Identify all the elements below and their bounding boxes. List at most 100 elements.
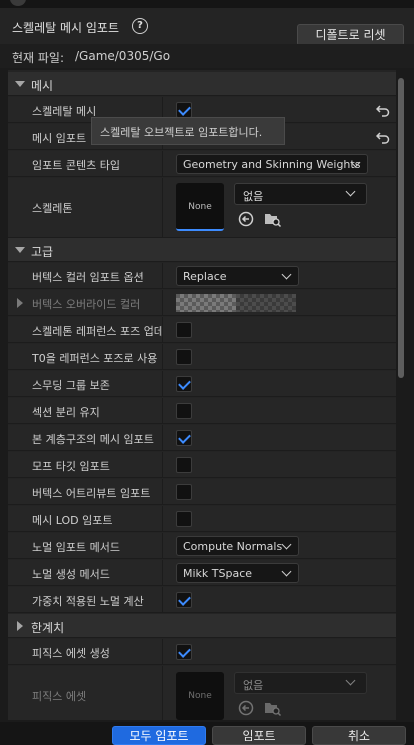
section-thresholds-label: 한계치 [31,621,65,635]
skeleton-asset-picker[interactable]: 없음 [234,183,367,205]
details-panel: 메시 스켈레탈 메시 메시 임포트 임포트 콘텐츠 타입 Geometry an… [8,70,396,720]
physics-asset-picker: 없음 [234,672,367,694]
row-label: 모프 타깃 임포트 [32,460,110,473]
reset-arrow-icon[interactable] [376,103,390,117]
row-import-meshes-in-bone-hierarchy: 본 계층구조의 메시 임포트 [8,425,396,451]
scrollbar-thumb[interactable] [398,78,404,378]
content-type-dropdown[interactable]: Geometry and Skinning Weights [176,154,368,174]
row-import-content-type: 임포트 콘텐츠 타입 Geometry and Skinning Weights [8,151,396,177]
section-mesh[interactable]: 메시 [8,72,396,96]
chevron-down-icon [345,675,356,686]
row-label: 노멀 임포트 메서드 [32,541,120,554]
row-t0-ref-pose: T0을 레퍼런스 포즈로 사용 [8,344,396,370]
mesh-lods-checkbox[interactable] [176,511,192,527]
row-import-vertex-attributes: 버텍스 어트리뷰트 임포트 [8,479,396,505]
row-label: 버텍스 어트리뷰트 임포트 [32,487,151,500]
column-divider [162,479,163,504]
normal-import-dropdown[interactable]: Compute Normals [176,536,299,556]
reset-to-default-button[interactable]: 디폴트로 리셋 [297,24,404,46]
vertex-attributes-checkbox[interactable] [176,484,192,500]
column-divider [162,587,163,612]
row-label: 피직스 에셋 생성 [32,647,110,660]
normal-import-value: Compute Normals [183,540,283,553]
create-physics-asset-checkbox[interactable] [176,644,192,660]
row-weighted-normals: 가중치 적용된 노멀 계산 [8,587,396,613]
row-label: 버텍스 오버라이드 컬러 [32,298,141,311]
row-preserve-smoothing-groups: 스무딩 그룹 보존 [8,371,396,397]
chevron-down-icon [345,186,356,197]
current-file-path: /Game/0305/Go [75,49,171,63]
column-divider [162,371,163,396]
row-import-mesh-lods: 메시 LOD 임포트 [8,506,396,532]
row-label: 임포트 콘텐츠 타입 [32,159,120,172]
skeleton-thumbnail[interactable]: None [176,183,224,231]
reset-arrow-icon[interactable] [376,130,390,144]
vertical-scrollbar[interactable] [396,70,406,720]
row-create-physics-asset: 피직스 에셋 생성 [8,639,396,665]
row-label: 노멀 생성 메서드 [32,568,110,581]
t0-ref-pose-checkbox[interactable] [176,349,192,365]
row-physics-asset: 피직스 에셋 None 없음 [8,666,396,720]
column-divider [162,317,163,342]
use-selected-icon [238,700,254,716]
keep-sections-checkbox[interactable] [176,403,192,419]
column-divider [162,398,163,423]
normal-generation-value: Mikk TSpace [183,567,253,580]
import-all-button[interactable]: 모두 임포트 [112,726,206,745]
row-update-skeleton-ref-pose: 스켈레톤 레퍼런스 포즈 업데이트 [8,317,396,343]
row-label: 피직스 에셋 [32,690,87,703]
current-file-bar: 현재 파일: /Game/0305/Go [0,44,414,68]
column-divider [162,452,163,477]
chevron-down-icon [281,269,292,280]
import-button[interactable]: 임포트 [212,726,306,745]
column-divider [162,178,163,237]
column-divider [162,263,163,288]
browse-folder-icon [265,703,282,717]
row-label: 스켈레탈 메시 [32,105,97,118]
column-divider [162,533,163,558]
section-advanced[interactable]: 고급 [8,238,396,262]
chevron-down-icon [281,566,292,577]
chevron-down-icon [281,539,292,550]
current-file-label: 현재 파일: [12,51,65,65]
smoothing-groups-checkbox[interactable] [176,376,192,392]
row-vertex-override-color: 버텍스 오버라이드 컬러 [8,290,396,316]
use-selected-icon[interactable] [238,211,254,227]
section-thresholds[interactable]: 한계치 [8,614,396,638]
row-vertex-color-import: 버텍스 컬러 임포트 옵션 Replace [8,263,396,289]
dialog-header: 스켈레탈 메시 임포트 ? 디폴트로 리셋 [0,8,414,46]
physics-asset-value: 없음 [243,679,264,692]
normal-generation-dropdown[interactable]: Mikk TSpace [176,563,299,583]
column-divider [162,425,163,450]
row-label: 메시 LOD 임포트 [32,514,113,527]
expand-arrow-icon[interactable] [17,298,23,308]
update-ref-pose-checkbox[interactable] [176,322,192,338]
cancel-button[interactable]: 취소 [312,726,406,745]
row-label: 가중치 적용된 노멀 계산 [32,595,144,608]
column-divider [162,344,163,369]
expand-arrow-icon [17,621,23,631]
vertex-color-value: Replace [183,270,227,283]
tooltip: 스켈레탈 오브젝트로 임포트합니다. [91,117,285,145]
bone-hierarchy-checkbox[interactable] [176,430,192,446]
row-label: 본 계층구조의 메시 임포트 [32,433,154,446]
section-mesh-label: 메시 [31,79,54,93]
vertex-color-dropdown[interactable]: Replace [176,266,299,286]
row-label: T0을 레퍼런스 포즈로 사용 [32,352,158,365]
row-keep-sections-separate: 섹션 분리 유지 [8,398,396,424]
skeletal-mesh-checkbox[interactable] [176,102,192,118]
top-strip [0,0,414,8]
weighted-normals-checkbox[interactable] [176,592,192,608]
column-divider [162,290,163,315]
morph-targets-checkbox[interactable] [176,457,192,473]
skeleton-value: 없음 [243,190,264,203]
footer-bar: 모두 임포트 임포트 취소 [0,722,414,745]
dialog-title: 스켈레탈 메시 임포트 [12,21,119,35]
column-divider [162,666,163,720]
row-normal-import-method: 노멀 임포트 메서드 Compute Normals [8,533,396,559]
browse-folder-icon[interactable] [264,210,282,228]
section-advanced-label: 고급 [31,245,54,259]
row-label: 스켈레톤 [32,202,73,215]
help-icon[interactable]: ? [132,18,148,34]
column-divider [162,506,163,531]
